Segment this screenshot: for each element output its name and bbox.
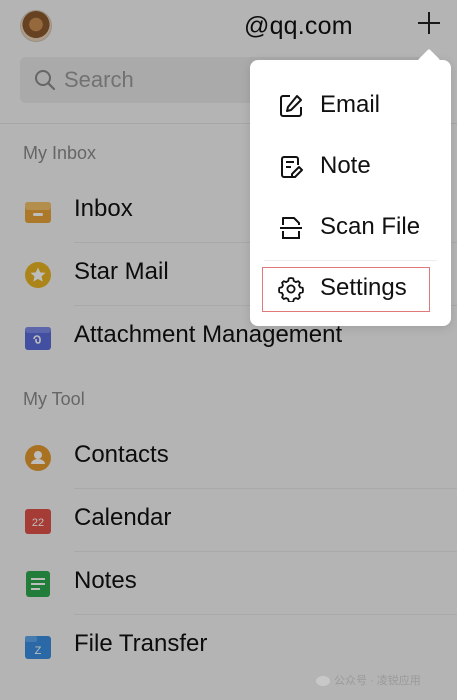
settings-highlight-box <box>262 267 430 312</box>
menu-item-email[interactable]: Email <box>250 75 451 135</box>
scan-icon <box>280 217 302 239</box>
watermark-text: 公众号 · 凌锐应用 <box>334 675 421 687</box>
menu-item-note[interactable]: Note <box>250 136 451 196</box>
watermark: 公众号 · 凌锐应用 <box>316 672 421 688</box>
menu-item-scan-file[interactable]: Scan File <box>250 197 451 257</box>
add-menu-popup: Email Note Scan File Settings <box>250 60 451 326</box>
menu-item-label: Email <box>320 91 381 118</box>
compose-icon <box>280 95 302 117</box>
note-icon <box>281 156 303 178</box>
menu-item-label: Note <box>320 152 371 179</box>
menu-item-label: Scan File <box>320 213 421 240</box>
mail-home-screen: @qq.com My Inbox Inbox Star Mail <box>0 0 457 700</box>
wechat-icon <box>316 676 330 687</box>
